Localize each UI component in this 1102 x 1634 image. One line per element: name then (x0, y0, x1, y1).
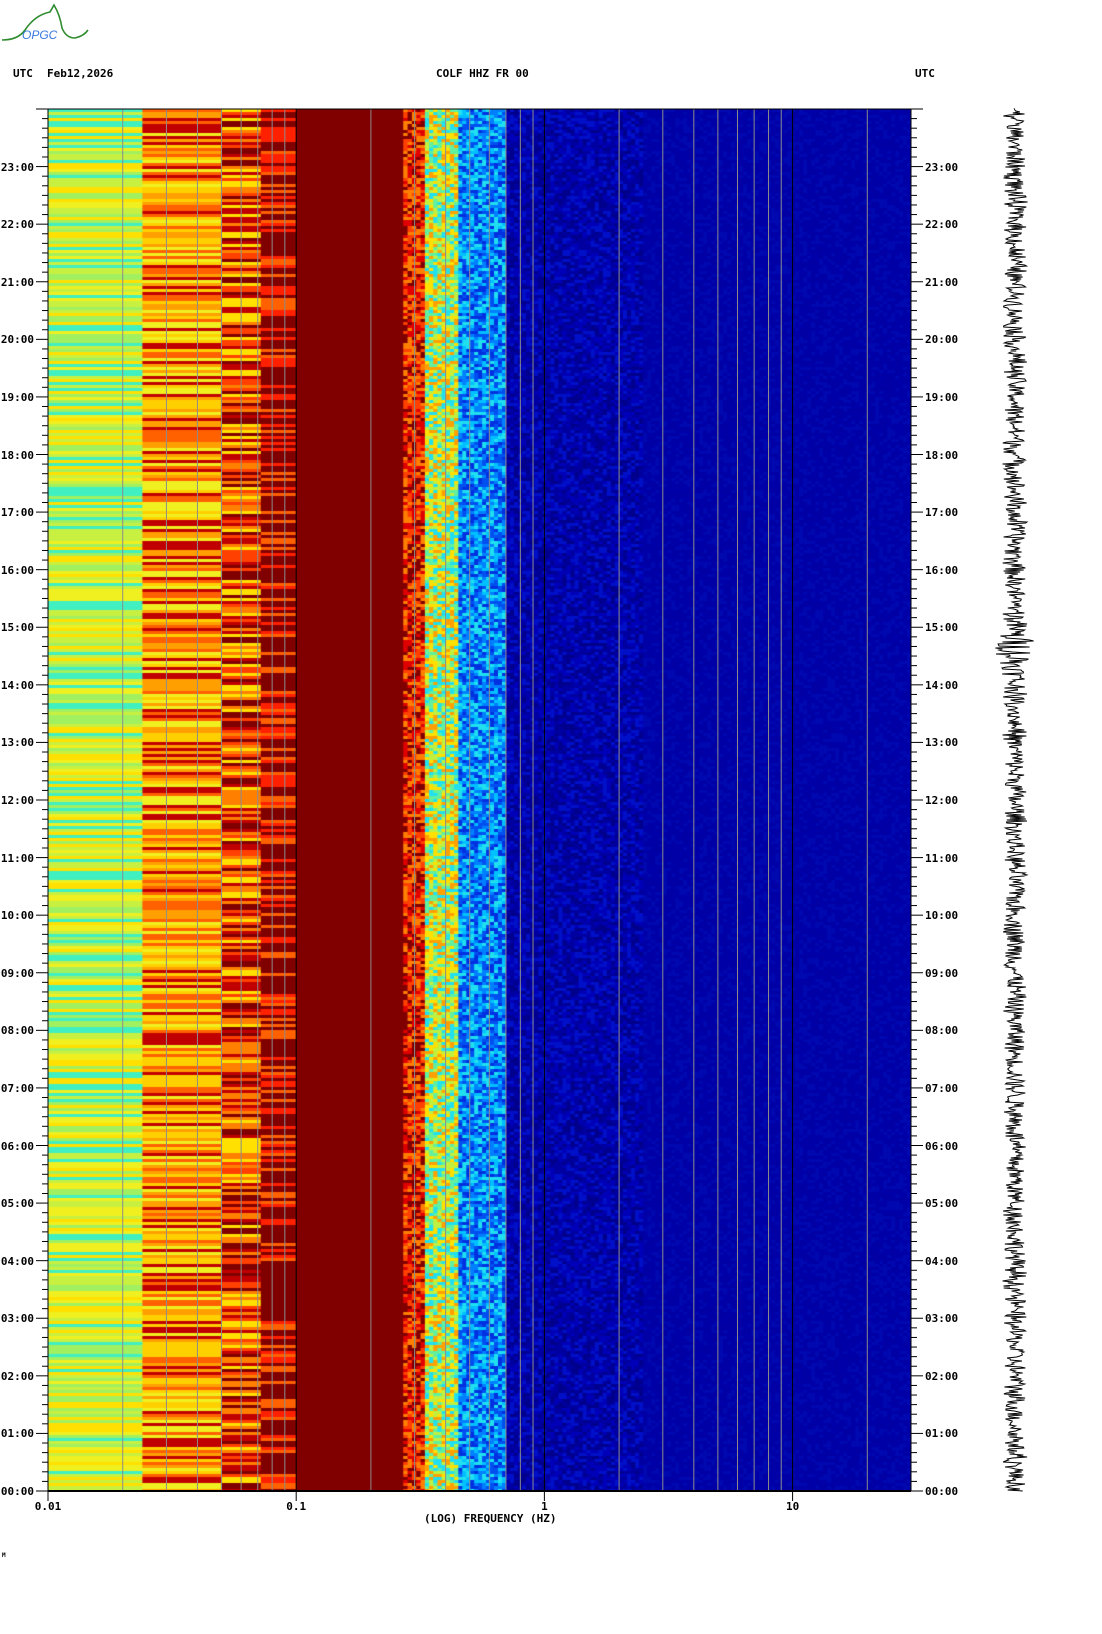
time-tick-label-right: 06:00 (925, 1139, 959, 1153)
time-tick-label-right: 15:00 (925, 621, 959, 635)
time-tick-label-left: 04:00 (0, 1254, 34, 1268)
time-tick-label-left: 03:00 (0, 1312, 34, 1326)
time-tick-label-right: 19:00 (925, 390, 959, 404)
time-tick-label-left: 21:00 (0, 275, 34, 289)
time-tick-label-left: 08:00 (0, 1024, 34, 1038)
frequency-band (296, 109, 403, 1491)
time-tick-label-right: 02:00 (925, 1369, 959, 1383)
time-tick-label-left: 05:00 (0, 1197, 34, 1211)
time-tick-label-left: 18:00 (0, 448, 34, 462)
time-tick-label-right: 00:00 (925, 1485, 959, 1498)
time-tick-label-left: 13:00 (0, 736, 34, 750)
time-tick-label-right: 04:00 (925, 1254, 959, 1268)
time-tick-label-left: 09:00 (0, 966, 34, 980)
time-tick-label-left: 11:00 (0, 851, 34, 865)
time-tick-label-left: 16:00 (0, 563, 34, 577)
time-tick-label-right: 11:00 (925, 851, 959, 865)
time-tick-label-right: 22:00 (925, 218, 959, 232)
time-tick-label-left: 15:00 (0, 621, 34, 635)
time-tick-label-left: 02:00 (0, 1369, 34, 1383)
time-tick-label-left: 06:00 (0, 1139, 34, 1153)
time-tick-label-right: 23:00 (925, 160, 959, 174)
frequency-band (425, 109, 458, 1491)
footer-mark: M (2, 1552, 6, 1559)
freq-tick-label: 0.1 (286, 1500, 307, 1513)
time-tick-label-left: 22:00 (0, 218, 34, 232)
time-tick-label-right: 10:00 (925, 909, 959, 923)
time-tick-label-right: 01:00 (925, 1427, 959, 1441)
time-tick-label-right: 09:00 (925, 966, 959, 980)
time-tick-label-right: 12:00 (925, 794, 959, 807)
frequency-band (48, 109, 142, 1491)
time-tick-label-left: 19:00 (0, 390, 34, 404)
freq-tick-label: 10 (785, 1500, 800, 1513)
frequency-band (506, 109, 643, 1491)
time-tick-label-left: 14:00 (0, 678, 34, 692)
time-tick-label-right: 14:00 (925, 678, 959, 692)
time-tick-label-right: 13:00 (925, 736, 959, 750)
time-tick-label-right: 17:00 (925, 506, 959, 520)
time-tick-label-right: 03:00 (925, 1312, 959, 1326)
time-tick-label-right: 16:00 (925, 563, 959, 577)
time-tick-label-left: 17:00 (0, 506, 34, 520)
time-tick-label-left: 00:00 (0, 1485, 34, 1498)
time-tick-label-left: 07:00 (0, 1081, 34, 1095)
time-tick-label-left: 01:00 (0, 1427, 34, 1441)
x-axis-title: (LOG) FREQUENCY (HZ) (424, 1512, 557, 1525)
seismogram-trace (995, 108, 1034, 1492)
frequency-band (643, 109, 911, 1491)
time-tick-label-right: 08:00 (925, 1024, 959, 1038)
frequency-band (458, 109, 506, 1491)
time-tick-label-left: 10:00 (0, 909, 34, 923)
time-tick-label-left: 20:00 (0, 333, 34, 347)
frequency-band (261, 109, 296, 1491)
frequency-band (142, 109, 221, 1491)
time-tick-label-right: 21:00 (925, 275, 959, 289)
time-tick-label-left: 23:00 (0, 160, 34, 174)
freq-tick-label: 0.01 (34, 1500, 62, 1513)
time-tick-label-right: 20:00 (925, 333, 959, 347)
time-tick-label-left: 12:00 (0, 794, 34, 807)
chart-overlay (36, 108, 1034, 1501)
time-tick-label-right: 07:00 (925, 1081, 959, 1095)
time-tick-label-right: 05:00 (925, 1197, 959, 1211)
time-tick-label-right: 18:00 (925, 448, 959, 462)
frequency-band (403, 109, 425, 1491)
